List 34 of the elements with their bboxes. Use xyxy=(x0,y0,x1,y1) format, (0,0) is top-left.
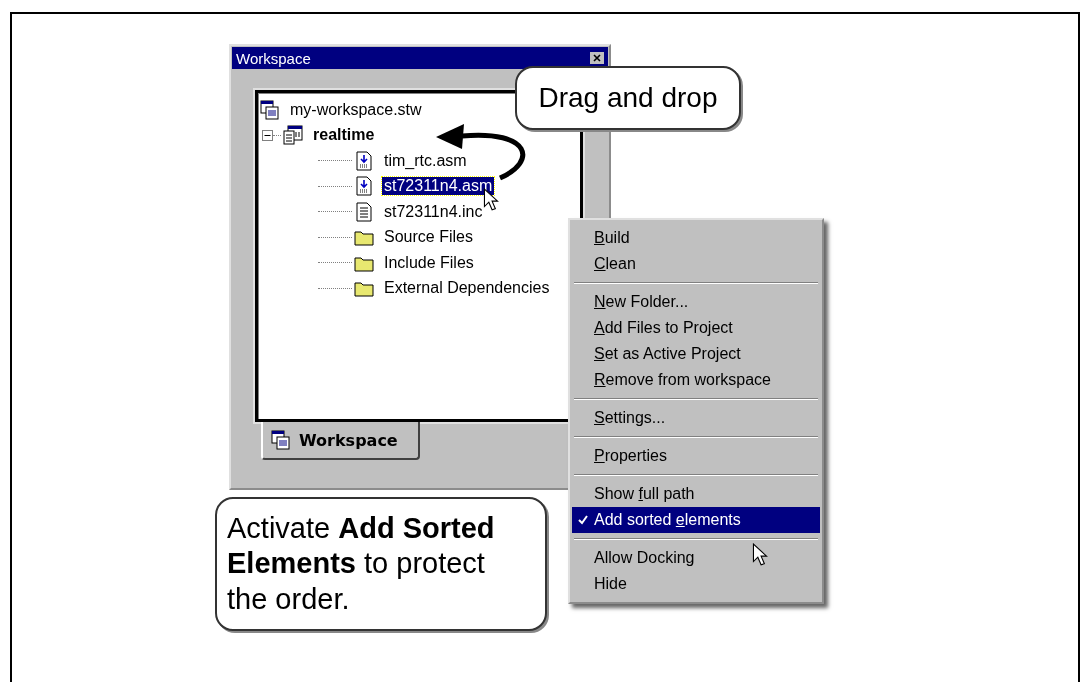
menu-item[interactable]: Settings... xyxy=(572,405,820,431)
mouse-pointer-icon xyxy=(752,543,768,567)
tree-item[interactable]: tim_rtc.asm xyxy=(382,151,469,170)
workspace-icon xyxy=(260,99,280,120)
menu-item[interactable]: Hide xyxy=(572,571,820,597)
tree-item[interactable]: Include Files xyxy=(382,253,476,272)
menu-item[interactable]: Show full path xyxy=(572,481,820,507)
tree-item[interactable]: my-workspace.stw xyxy=(288,100,424,119)
source-file-icon xyxy=(354,176,374,197)
menu-item[interactable]: New Folder... xyxy=(572,289,820,315)
tree-item[interactable]: Source Files xyxy=(382,228,475,247)
menu-item[interactable]: Properties xyxy=(572,443,820,469)
close-icon[interactable] xyxy=(590,52,604,64)
menu-item[interactable]: Allow Docking xyxy=(572,545,820,571)
workspace-icon xyxy=(271,430,291,450)
checkmark-icon xyxy=(578,515,588,525)
tree-item[interactable]: st72311n4.inc xyxy=(382,202,485,221)
tree-item[interactable]: st72311n4.asm xyxy=(382,177,495,196)
menu-item[interactable]: Build xyxy=(572,225,820,251)
collapse-icon[interactable] xyxy=(262,129,273,141)
workspace-tab[interactable]: Workspace xyxy=(261,422,420,460)
callout-text: Drag and drop xyxy=(538,82,718,114)
window-title: Workspace xyxy=(236,49,311,67)
menu-item[interactable]: Remove from workspace xyxy=(572,367,820,393)
tree-item[interactable]: External Dependencies xyxy=(382,279,552,298)
source-file-icon xyxy=(354,150,374,171)
tree-item[interactable]: realtime xyxy=(311,126,377,145)
menu-item[interactable]: Add Files to Project xyxy=(572,315,820,341)
menu-item[interactable]: Clean xyxy=(572,251,820,277)
menu-item[interactable]: Set as Active Project xyxy=(572,341,820,367)
project-icon xyxy=(283,125,303,146)
document-icon xyxy=(354,201,374,222)
callout-text: Activate Add Sorted Elements to protect the order. xyxy=(227,510,496,617)
menu-item[interactable]: Add sorted elements xyxy=(572,507,820,533)
